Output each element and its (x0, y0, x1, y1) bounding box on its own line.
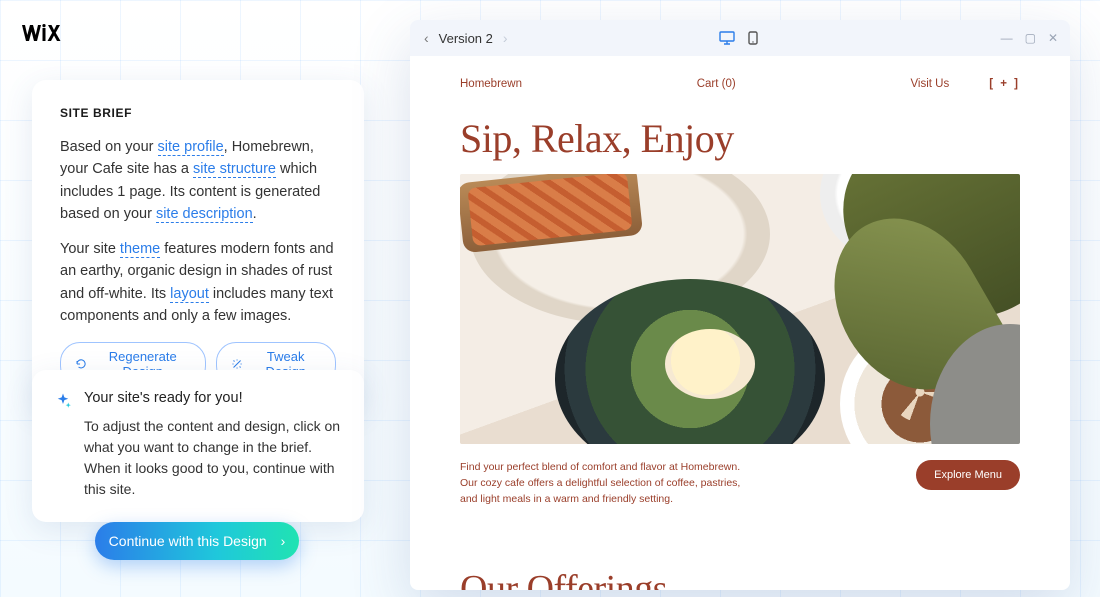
site-nav: Homebrewn Cart (0) Visit Us [ + ] (460, 78, 1020, 90)
brief-text: . (253, 206, 257, 222)
ready-title: Your site's ready for you! (84, 390, 342, 406)
button-label: Continue with this Design (109, 533, 267, 549)
site-preview-content: Homebrewn Cart (0) Visit Us [ + ] Sip, R… (410, 56, 1070, 590)
offerings-heading: Our Offerings (460, 567, 1020, 590)
brief-title: SITE BRIEF (60, 106, 336, 120)
site-brief-card: SITE BRIEF Based on your site profile, H… (32, 80, 364, 408)
link-site-structure[interactable]: site structure (193, 161, 276, 178)
site-nav-expand[interactable]: [ + ] (989, 78, 1020, 90)
brief-body: Based on your site profile, Homebrewn, y… (60, 136, 336, 328)
link-site-profile[interactable]: site profile (158, 139, 224, 156)
version-label: Version 2 (439, 31, 493, 46)
site-brand[interactable]: Homebrewn (460, 78, 522, 90)
hero-image (460, 174, 1020, 444)
desktop-view-button[interactable] (718, 29, 736, 47)
site-nav-cart[interactable]: Cart (0) (522, 78, 910, 90)
next-version-button[interactable]: › (501, 30, 510, 46)
site-preview-window: ‹ Version 2 › — ▢ ✕ Homebrewn Cart (0) V… (410, 20, 1070, 590)
chevron-right-icon: › (281, 533, 286, 549)
hero-heading: Sip, Relax, Enjoy (460, 118, 1020, 160)
continue-design-button[interactable]: Continue with this Design › (95, 522, 299, 560)
link-layout[interactable]: layout (170, 286, 209, 303)
ready-body: To adjust the content and design, click … (84, 416, 342, 500)
explore-menu-button[interactable]: Explore Menu (916, 460, 1020, 490)
link-site-description[interactable]: site description (156, 206, 253, 223)
window-close-button[interactable]: ✕ (1046, 31, 1060, 45)
window-minimize-button[interactable]: — (999, 31, 1015, 45)
sparkle-icon (54, 392, 72, 410)
brief-text: Based on your (60, 139, 158, 155)
link-theme[interactable]: theme (120, 241, 160, 258)
site-nav-visit[interactable]: Visit Us (910, 78, 949, 90)
hero-blurb: Find your perfect blend of comfort and f… (460, 460, 760, 507)
refresh-icon (75, 357, 87, 371)
mobile-view-button[interactable] (744, 29, 762, 47)
brief-text: Your site (60, 241, 120, 257)
ready-card: Your site's ready for you! To adjust the… (32, 370, 364, 522)
wand-icon (231, 357, 243, 371)
prev-version-button[interactable]: ‹ (422, 30, 431, 46)
window-maximize-button[interactable]: ▢ (1023, 31, 1038, 45)
preview-titlebar: ‹ Version 2 › — ▢ ✕ (410, 20, 1070, 56)
wix-logo (22, 24, 62, 42)
